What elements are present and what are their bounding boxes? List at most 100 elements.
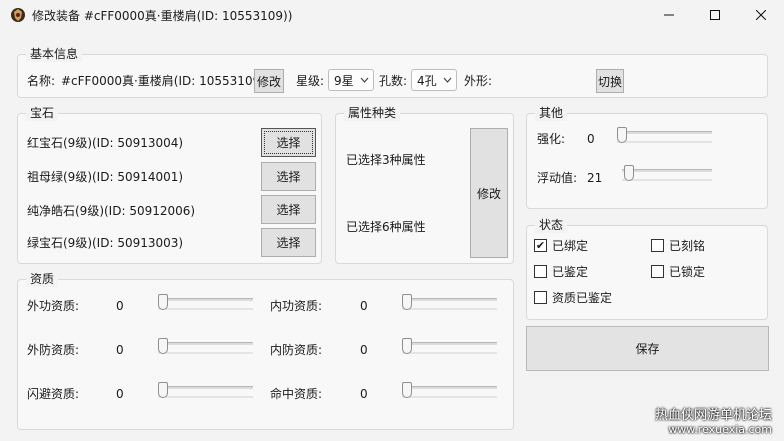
star-label: 星级:	[296, 74, 325, 88]
inner-defense-aptitude-label: 内防资质:	[270, 343, 323, 357]
aptitude-legend: 资质	[26, 271, 59, 287]
gems-legend: 宝石	[26, 105, 59, 121]
strength-label: 强化:	[537, 132, 566, 146]
check-icon: ✔	[535, 239, 546, 252]
other-legend: 其他	[535, 105, 568, 121]
watermark-line-2: www.rexuexia.com	[668, 423, 772, 436]
chevron-down-icon	[443, 77, 452, 83]
engraved-label: 已刻铭	[669, 239, 706, 253]
appearance-switch-button[interactable]: 切换	[596, 69, 624, 93]
strength-value: 0	[587, 132, 595, 146]
holes-select[interactable]: 4孔	[411, 69, 457, 91]
minimize-icon	[664, 14, 674, 16]
status-legend: 状态	[535, 217, 568, 233]
float-label: 浮动值:	[537, 171, 578, 185]
checkbox-box	[651, 239, 664, 252]
star-select[interactable]: 9星	[328, 69, 374, 91]
app-icon	[11, 8, 25, 22]
holes-label: 孔数:	[379, 74, 408, 88]
slider-thumb[interactable]	[402, 294, 412, 310]
attributes-legend: 属性种类	[344, 105, 401, 121]
evasion-aptitude-label: 闪避资质:	[27, 387, 80, 401]
chevron-down-icon	[360, 77, 369, 83]
outer-attack-aptitude-value: 0	[116, 299, 124, 313]
slider-track	[622, 169, 712, 172]
float-slider[interactable]	[622, 165, 712, 185]
appearance-label: 外形:	[464, 74, 493, 88]
outer-defense-aptitude-slider[interactable]	[158, 338, 253, 358]
checkbox-box: ✔	[534, 239, 547, 252]
basic-info-legend: 基本信息	[26, 46, 83, 62]
attributes-modify-button[interactable]: 修改	[470, 128, 508, 258]
star-select-value: 9星	[334, 73, 354, 88]
attributes-selected-1: 已选择3种属性	[346, 153, 426, 167]
slider-thumb[interactable]	[158, 338, 168, 354]
outer-attack-aptitude-label: 外功资质:	[27, 299, 80, 313]
slider-thumb[interactable]	[158, 294, 168, 310]
identified-checkbox[interactable]: 已鉴定	[534, 263, 588, 280]
inner-attack-aptitude-label: 内功资质:	[270, 299, 323, 313]
name-label: 名称:	[27, 74, 56, 88]
locked-checkbox[interactable]: 已锁定	[651, 263, 705, 280]
close-button[interactable]	[738, 0, 784, 30]
accuracy-aptitude-slider[interactable]	[402, 382, 497, 402]
slider-thumb[interactable]	[158, 382, 168, 398]
gem-1-name: 红宝石(9级)(ID: 50913004)	[27, 136, 184, 150]
engraved-checkbox[interactable]: 已刻铭	[651, 237, 705, 254]
gem-3-select-button[interactable]: 选择	[261, 195, 316, 224]
window-title: 修改装备 #cFF0000真·重楼肩(ID: 10553109))	[32, 9, 293, 23]
slider-tick-track	[402, 308, 497, 310]
aptitude-group: 资质 外功资质: 0 内功资质: 0 外防资质: 0 内防资质: 0 闪避资质:…	[17, 271, 514, 430]
close-icon	[756, 10, 766, 20]
locked-label: 已锁定	[669, 265, 706, 279]
accuracy-aptitude-value: 0	[360, 387, 368, 401]
checkbox-box	[534, 291, 547, 304]
slider-tick-track	[402, 352, 497, 354]
slider-thumb[interactable]	[624, 165, 634, 181]
strength-slider[interactable]	[617, 127, 712, 147]
evasion-aptitude-value: 0	[116, 387, 124, 401]
outer-attack-aptitude-slider[interactable]	[158, 294, 253, 314]
gem-1-select-button[interactable]: 选择	[261, 128, 316, 157]
name-modify-button[interactable]: 修改	[254, 69, 284, 93]
slider-thumb[interactable]	[402, 338, 412, 354]
slider-thumb[interactable]	[402, 382, 412, 398]
gems-group: 宝石 红宝石(9级)(ID: 50913004) 选择 祖母绿(9级)(ID: …	[17, 105, 322, 264]
float-value: 21	[587, 171, 603, 185]
aptitude-identified-checkbox[interactable]: 资质已鉴定	[534, 289, 612, 306]
inner-defense-aptitude-value: 0	[360, 343, 368, 357]
holes-select-value: 4孔	[417, 73, 437, 88]
maximize-icon	[710, 10, 720, 20]
watermark-line-1: 热血侠网游单机论坛	[654, 408, 772, 423]
save-button[interactable]: 保存	[526, 326, 769, 371]
evasion-aptitude-slider[interactable]	[158, 382, 253, 402]
slider-tick-track	[158, 396, 253, 398]
bound-label: 已绑定	[552, 239, 589, 253]
other-group: 其他 强化: 0 浮动值: 21	[526, 105, 768, 209]
slider-tick-track	[158, 352, 253, 354]
checkbox-box	[651, 265, 664, 278]
attributes-selected-2: 已选择6种属性	[346, 220, 426, 234]
inner-attack-aptitude-slider[interactable]	[402, 294, 497, 314]
gem-2-select-button[interactable]: 选择	[261, 162, 316, 191]
slider-tick-track	[617, 141, 712, 143]
watermark: 热血侠网游单机论坛 www.rexuexia.com	[655, 409, 772, 437]
attributes-group: 属性种类 已选择3种属性 已选择6种属性 修改	[335, 105, 514, 264]
status-group: 状态 ✔ 已绑定 已刻铭 已鉴定 已锁定 资质已鉴定	[526, 217, 768, 320]
slider-track	[402, 386, 497, 389]
name-value: #cFF0000真·重楼肩(ID: 10553109)	[61, 74, 265, 88]
basic-info-group: 基本信息 名称: #cFF0000真·重楼肩(ID: 10553109) 修改 …	[17, 46, 768, 98]
slider-thumb[interactable]	[617, 127, 627, 143]
gem-4-select-button[interactable]: 选择	[261, 228, 316, 257]
bound-checkbox[interactable]: ✔ 已绑定	[534, 237, 588, 254]
slider-track	[158, 342, 253, 345]
maximize-button[interactable]	[692, 0, 738, 30]
inner-defense-aptitude-slider[interactable]	[402, 338, 497, 358]
inner-attack-aptitude-value: 0	[360, 299, 368, 313]
gem-3-name: 纯净皓石(9级)(ID: 50912006)	[27, 204, 196, 218]
slider-tick-track	[622, 179, 712, 181]
minimize-button[interactable]	[646, 0, 692, 30]
gem-4-name: 绿宝石(9级)(ID: 50913003)	[27, 236, 184, 250]
slider-tick-track	[402, 396, 497, 398]
slider-track	[402, 298, 497, 301]
